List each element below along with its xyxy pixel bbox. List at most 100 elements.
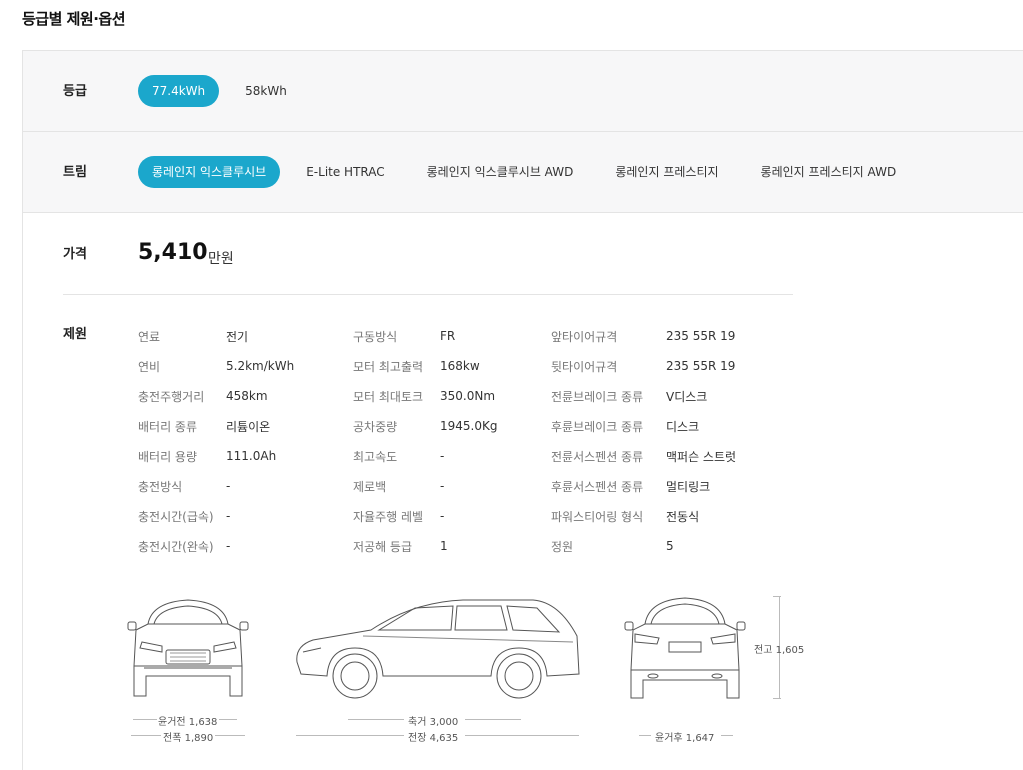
trim-option[interactable]: 롱레인지 익스클루시브 AWD <box>411 156 590 188</box>
spec-key: 앞타이어규격 <box>551 329 618 344</box>
spec-key: 최고속도 <box>353 449 398 464</box>
front-track-dimension: 윤거전 1,638 <box>158 717 218 728</box>
trim-options: 롱레인지 익스클루시브 E-Lite HTRAC 롱레인지 익스클루시브 AWD 롱레… <box>138 156 922 188</box>
spec-value: 458km <box>226 389 268 403</box>
spec-value: 235 55R 19 <box>666 329 736 343</box>
spec-value: - <box>226 539 231 553</box>
spec-key: 전륜서스펜션 종류 <box>551 449 644 464</box>
spec-key: 구동방식 <box>353 329 398 344</box>
spec-item: 배터리 용량 111.0Ah <box>138 441 294 471</box>
spec-value: 전동식 <box>666 509 700 524</box>
spec-key: 연비 <box>138 359 161 374</box>
spec-key: 뒷타이어규격 <box>551 359 618 374</box>
spec-value: 1 <box>440 539 448 553</box>
section-title: 등급별 제원·옵션 <box>22 10 126 28</box>
spec-key: 배터리 용량 <box>138 449 198 464</box>
trim-option[interactable]: 롱레인지 익스클루시브 <box>138 156 281 188</box>
spec-item: 충전시간(급속) - <box>138 501 294 531</box>
spec-key: 충전시간(완속) <box>138 539 214 554</box>
grade-option[interactable]: 58kWh <box>231 75 301 107</box>
spec-key: 정원 <box>551 539 574 554</box>
spec-item: 공차중량 1945.0Kg <box>353 411 497 441</box>
spec-value: 168kw <box>440 359 480 373</box>
spec-item: 뒷타이어규격 235 55R 19 <box>551 351 736 381</box>
spec-item: 충전방식 - <box>138 471 294 501</box>
spec-item: 제로백 - <box>353 471 497 501</box>
grade-row: 등급 77.4kWh 58kWh <box>23 51 1023 132</box>
specs-label: 제원 <box>63 327 87 342</box>
spec-item: 전륜브레이크 종류 V디스크 <box>551 381 736 411</box>
height-dimension: 전고 1,605 <box>754 645 805 656</box>
spec-value: 5 <box>666 539 674 553</box>
spec-key: 자율주행 레벨 <box>353 509 424 524</box>
spec-value: - <box>226 509 231 523</box>
spec-value: 350.0Nm <box>440 389 496 403</box>
length-dimension: 전장 4,635 <box>408 733 459 744</box>
spec-item: 충전주행거리 458km <box>138 381 294 411</box>
spec-value: 맥퍼슨 스트럿 <box>666 449 737 464</box>
spec-key: 연료 <box>138 329 161 344</box>
wheelbase-dimension: 축거 3,000 <box>408 717 459 728</box>
grade-option[interactable]: 77.4kWh <box>138 75 220 107</box>
spec-item: 후륜서스펜션 종류 멀티링크 <box>551 471 736 501</box>
spec-value: V디스크 <box>666 389 708 404</box>
spec-key: 저공해 등급 <box>353 539 413 554</box>
spec-key: 배터리 종류 <box>138 419 198 434</box>
grade-options: 77.4kWh 58kWh <box>138 75 313 107</box>
trim-option[interactable]: 롱레인지 프레스티지 AWD <box>745 156 913 188</box>
spec-item: 정원 5 <box>551 531 736 561</box>
spec-item: 연비 5.2km/kWh <box>138 351 294 381</box>
spec-value: 멀티링크 <box>666 479 711 494</box>
spec-value: - <box>440 449 445 463</box>
spec-key: 충전방식 <box>138 479 183 494</box>
spec-item: 앞타이어규격 235 55R 19 <box>551 321 736 351</box>
spec-key: 충전주행거리 <box>138 389 205 404</box>
spec-key: 전륜브레이크 종류 <box>551 389 644 404</box>
spec-value: FR <box>440 329 456 343</box>
spec-key: 파워스티어링 형식 <box>551 509 644 524</box>
spec-column-2: 구동방식 FR 모터 최고출력 168kw 모터 최대토크 350.0Nm 공차중량 1945… <box>353 321 497 561</box>
spec-key: 충전시간(급속) <box>138 509 214 524</box>
spec-value: 전기 <box>226 329 249 344</box>
spec-value: 리튬이온 <box>226 419 271 434</box>
spec-item: 후륜브레이크 종류 디스크 <box>551 411 736 441</box>
spec-value: 1945.0Kg <box>440 419 498 433</box>
car-rear-view-image <box>623 596 749 710</box>
spec-value: 235 55R 19 <box>666 359 736 373</box>
car-front-view-image <box>126 596 250 710</box>
rear-track-dimension: 윤거후 1,647 <box>655 733 715 744</box>
grade-label: 등급 <box>63 84 87 99</box>
spec-item: 충전시간(완속) - <box>138 531 294 561</box>
spec-column-1: 연료 전기 연비 5.2km/kWh 충전주행거리 458km 배터리 종류 리튬이온 배터리 … <box>138 321 294 561</box>
trim-row: 트림 롱레인지 익스클루시브 E-Lite HTRAC 롱레인지 익스클루시브 AW… <box>23 132 1023 213</box>
spec-item: 연료 전기 <box>138 321 294 351</box>
spec-item: 저공해 등급 1 <box>353 531 497 561</box>
price-value: 5,410 <box>138 240 208 265</box>
spec-item: 모터 최대토크 350.0Nm <box>353 381 497 411</box>
trim-option[interactable]: E-Lite HTRAC <box>290 156 400 188</box>
spec-key: 공차중량 <box>353 419 398 434</box>
spec-value: 111.0Ah <box>226 449 277 463</box>
spec-value: 디스크 <box>666 419 700 434</box>
price-label: 가격 <box>63 247 87 262</box>
spec-column-3: 앞타이어규격 235 55R 19 뒷타이어규격 235 55R 19 전륜브레이크 종… <box>551 321 736 561</box>
spec-value: - <box>226 479 231 493</box>
spec-item: 전륜서스펜션 종류 맥퍼슨 스트럿 <box>551 441 736 471</box>
divider <box>63 294 793 295</box>
spec-item: 자율주행 레벨 - <box>353 501 497 531</box>
spec-item: 배터리 종류 리튬이온 <box>138 411 294 441</box>
price-unit: 만원 <box>208 251 234 267</box>
spec-item: 파워스티어링 형식 전동식 <box>551 501 736 531</box>
spec-item: 모터 최고출력 168kw <box>353 351 497 381</box>
spec-key: 후륜브레이크 종류 <box>551 419 644 434</box>
spec-item: 최고속도 - <box>353 441 497 471</box>
spec-item: 구동방식 FR <box>353 321 497 351</box>
spec-key: 모터 최고출력 <box>353 359 424 374</box>
spec-value: - <box>440 479 445 493</box>
width-dimension: 전폭 1,890 <box>163 733 214 744</box>
trim-option[interactable]: 롱레인지 프레스티지 <box>599 156 734 188</box>
spec-panel: 등급 77.4kWh 58kWh 트림 롱레인지 익스클루시브 E-Lite HTR… <box>22 50 1023 770</box>
spec-value: 5.2km/kWh <box>226 359 295 373</box>
spec-key: 모터 최대토크 <box>353 389 424 404</box>
spec-key: 제로백 <box>353 479 387 494</box>
